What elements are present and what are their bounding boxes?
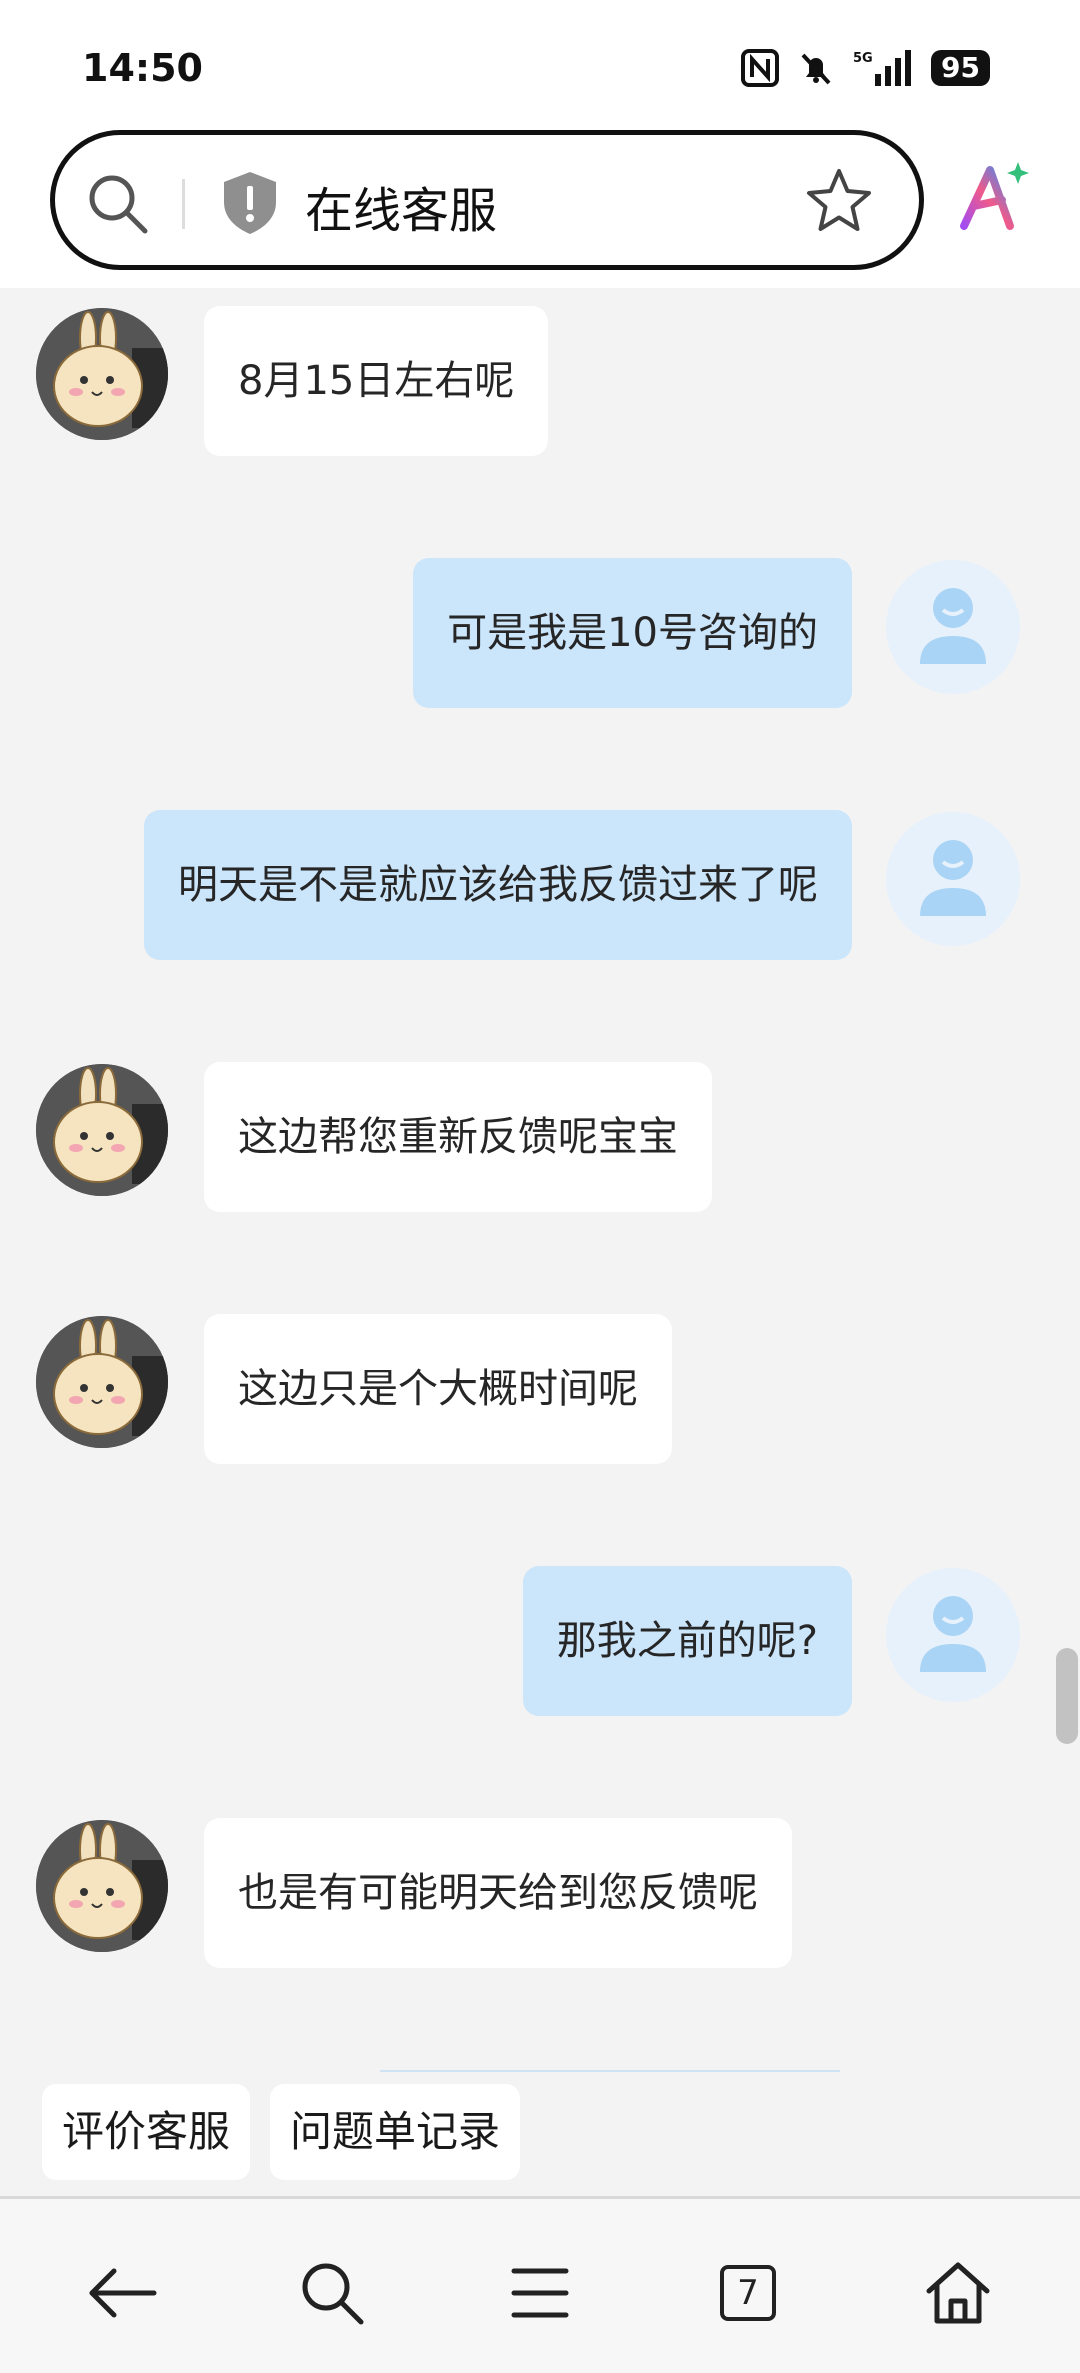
user-avatar[interactable] (886, 560, 1020, 694)
search-icon (302, 2263, 364, 2325)
message-bubble[interactable]: 这边帮您重新反馈呢宝宝 (204, 1062, 712, 1212)
message-bubble[interactable]: 可是我是10号咨询的 (413, 558, 852, 708)
page-title: 在线客服 (305, 183, 498, 239)
home-icon (926, 2262, 990, 2324)
message-bubble[interactable]: 8月15日左右呢 (204, 306, 549, 456)
user-avatar[interactable] (886, 812, 1020, 946)
search-button[interactable] (292, 2253, 372, 2333)
search-icon[interactable] (85, 171, 151, 237)
menu-button[interactable] (500, 2253, 580, 2333)
message-bubble[interactable]: 那我之前的呢? (522, 1566, 852, 1716)
signal-5g-icon: 5G (853, 50, 912, 86)
user-avatar-icon (920, 1596, 986, 1672)
home-button[interactable] (918, 2253, 998, 2333)
message-bubble[interactable]: 明天是不是就应该给我反馈过来了呢 (144, 810, 852, 960)
menu-icon (511, 2268, 569, 2318)
message-bubble[interactable]: 这边只是个大概时间呢 (204, 1314, 672, 1464)
agent-avatar[interactable] (36, 308, 168, 440)
tab-count: 7 (720, 2265, 776, 2321)
status-time: 14:50 (82, 46, 203, 90)
mute-bell-icon (801, 53, 831, 85)
address-bar[interactable]: 在线客服 (50, 130, 924, 270)
svg-text:5G: 5G (853, 51, 873, 66)
bottom-nav-bar: 7 (0, 2196, 1080, 2373)
back-button[interactable] (82, 2253, 162, 2333)
rate-service-button[interactable]: 评价客服 (42, 2084, 251, 2180)
shield-warning-icon[interactable] (220, 170, 280, 236)
tabs-button[interactable]: 7 (708, 2253, 788, 2333)
pill-divider (182, 179, 185, 229)
agent-avatar[interactable] (36, 1316, 168, 1448)
ticket-records-button[interactable]: 问题单记录 (270, 2084, 521, 2180)
scrollbar-thumb[interactable] (1056, 1648, 1078, 1744)
nfc-icon (741, 49, 780, 87)
chat-message-list[interactable]: 8月15日左右呢 可是我是10号咨询的 明天是不是就应该给我反馈过来了呢 这边帮… (0, 288, 1080, 2078)
bunny-avatar-icon (36, 1064, 168, 1196)
browser-header: 在线客服 (0, 120, 1080, 288)
user-avatar[interactable] (886, 1568, 1020, 1702)
ai-assistant-icon[interactable] (958, 160, 1030, 232)
user-avatar-icon (920, 840, 986, 916)
agent-avatar[interactable] (36, 1064, 168, 1196)
battery-indicator: 95 (931, 50, 990, 86)
agent-avatar[interactable] (36, 1820, 168, 1952)
back-arrow-icon (89, 2268, 157, 2318)
bunny-avatar-icon (36, 1820, 168, 1952)
status-icons: 5G 95 (741, 48, 990, 88)
bunny-avatar-icon (36, 308, 168, 440)
status-bar: 14:50 5G 95 (0, 0, 1080, 132)
bunny-avatar-icon (36, 1316, 168, 1448)
quick-action-bar: 评价客服 问题单记录 (0, 2070, 1080, 2196)
message-bubble[interactable]: 也是有可能明天给到您反馈呢 (204, 1818, 792, 1968)
user-avatar-icon (920, 588, 986, 664)
bookmark-star-icon[interactable] (805, 167, 873, 235)
